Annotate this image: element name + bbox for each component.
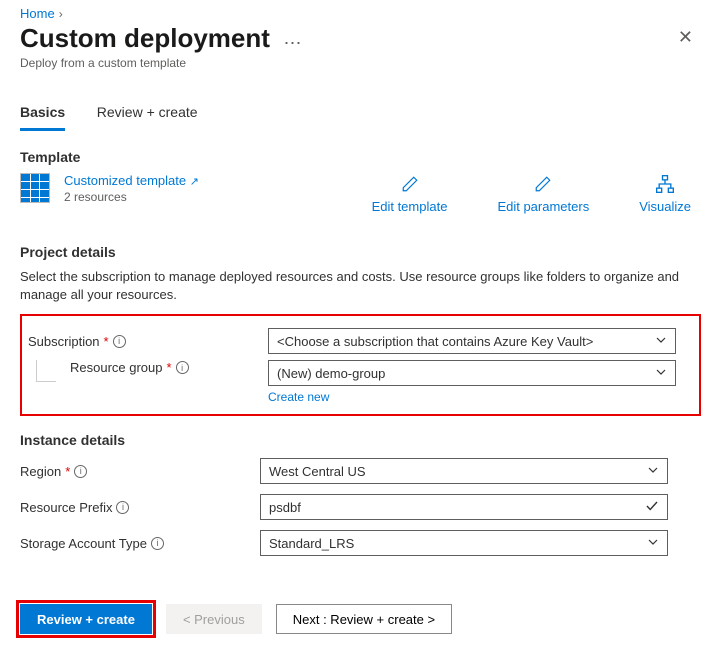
hierarchy-icon <box>639 173 691 195</box>
resource-group-label: Resource group* i <box>70 360 268 375</box>
checkmark-icon <box>645 499 659 513</box>
section-instance-details: Instance details <box>20 432 701 448</box>
page-title: Custom deployment <box>20 23 270 54</box>
chevron-right-icon: › <box>59 7 63 21</box>
previous-button[interactable]: < Previous <box>166 604 262 634</box>
subscription-select[interactable]: <Choose a subscription that contains Azu… <box>268 328 676 354</box>
resource-prefix-label: Resource Prefix i <box>20 500 260 515</box>
resource-group-select[interactable]: (New) demo-group <box>268 360 676 386</box>
more-menu-button[interactable]: ⋯ <box>284 33 302 54</box>
storage-account-type-label: Storage Account Type i <box>20 536 260 551</box>
chevron-down-icon <box>647 464 659 476</box>
tab-bar: Basics Review + create <box>20 98 701 131</box>
breadcrumb-home[interactable]: Home <box>20 6 55 21</box>
region-select[interactable]: West Central US <box>260 458 668 484</box>
external-link-icon: ↗ <box>190 176 199 188</box>
chevron-down-icon <box>655 334 667 346</box>
info-icon[interactable]: i <box>176 361 189 374</box>
resource-prefix-input[interactable]: psdbf <box>260 494 668 520</box>
breadcrumb: Home › <box>20 6 701 21</box>
chevron-down-icon <box>647 536 659 548</box>
tree-connector <box>36 360 56 382</box>
tab-review-create[interactable]: Review + create <box>97 98 198 128</box>
info-icon[interactable]: i <box>113 335 126 348</box>
pencil-icon <box>497 173 589 195</box>
section-template: Template <box>20 149 701 165</box>
customized-template-link[interactable]: Customized template ↗ <box>64 173 199 188</box>
create-new-link[interactable]: Create new <box>268 390 329 404</box>
edit-parameters-button[interactable]: Edit parameters <box>497 173 589 214</box>
storage-account-type-select[interactable]: Standard_LRS <box>260 530 668 556</box>
next-button[interactable]: Next : Review + create > <box>276 604 452 634</box>
chevron-down-icon <box>655 366 667 378</box>
info-icon[interactable]: i <box>74 465 87 478</box>
subscription-label: Subscription* i <box>28 334 268 349</box>
visualize-button[interactable]: Visualize <box>639 173 691 214</box>
section-project-details: Project details <box>20 244 701 260</box>
info-icon[interactable]: i <box>151 537 164 550</box>
region-label: Region* i <box>20 464 260 479</box>
tab-basics[interactable]: Basics <box>20 98 65 131</box>
project-details-description: Select the subscription to manage deploy… <box>20 268 701 304</box>
info-icon[interactable]: i <box>116 501 129 514</box>
highlight-box: Subscription* i <Choose a subscription t… <box>20 314 701 416</box>
review-create-button[interactable]: Review + create <box>20 604 152 634</box>
edit-template-button[interactable]: Edit template <box>372 173 448 214</box>
pencil-icon <box>372 173 448 195</box>
page-subtitle: Deploy from a custom template <box>20 56 302 70</box>
close-button[interactable]: ✕ <box>670 23 701 52</box>
resource-count: 2 resources <box>64 190 199 204</box>
template-grid-icon <box>20 173 50 203</box>
